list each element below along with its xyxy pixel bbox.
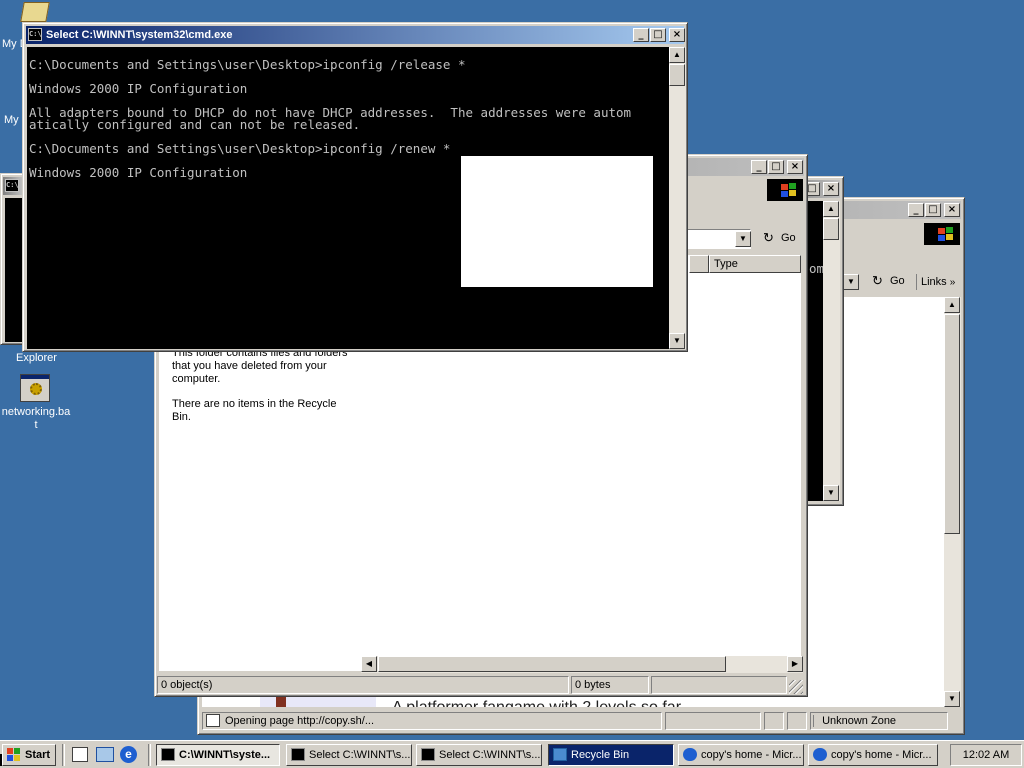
- scroll-up-button[interactable]: ▲: [944, 297, 960, 313]
- minimize-button[interactable]: _: [908, 203, 924, 217]
- title-bar[interactable]: C:\: [3, 177, 22, 195]
- scroll-left-button[interactable]: ◀: [361, 656, 377, 672]
- taskbar-button-cmd-2[interactable]: Select C:\WINNT\s...: [286, 744, 412, 766]
- column-header-prev[interactable]: [689, 255, 709, 273]
- scroll-thumb[interactable]: [944, 314, 960, 534]
- scroll-down-button[interactable]: ▼: [944, 691, 960, 707]
- mouse-cursor-icon: [0, 754, 8, 766]
- desktop-icon-label: My: [4, 114, 19, 126]
- status-text: Opening page http://copy.sh/...: [202, 712, 662, 730]
- status-zone: Unknown Zone: [810, 712, 948, 730]
- cmd-icon: [161, 748, 175, 761]
- status-pane-empty: [764, 712, 784, 730]
- vertical-scrollbar[interactable]: ▲ ▼: [669, 47, 686, 349]
- cmd-icon: [291, 748, 305, 761]
- address-dropdown-button[interactable]: ▼: [735, 231, 751, 247]
- maximize-button[interactable]: □: [650, 28, 666, 42]
- address-dropdown-button[interactable]: ▼: [843, 274, 859, 290]
- ie-icon: [813, 748, 827, 761]
- maximize-button[interactable]: □: [768, 160, 784, 174]
- show-desktop-icon[interactable]: [72, 747, 88, 762]
- quick-launch-separator: [148, 744, 151, 766]
- close-button[interactable]: ×: [787, 160, 803, 174]
- status-object-count: 0 object(s): [157, 676, 569, 694]
- taskbar-button-ie-2[interactable]: copy's home - Micr...: [808, 744, 938, 766]
- go-button[interactable]: ↻ Go: [759, 228, 796, 248]
- batch-file-icon: [20, 374, 50, 402]
- cmd-icon: C:\: [28, 28, 42, 41]
- scroll-thumb[interactable]: [823, 218, 839, 240]
- cmd-window-active[interactable]: C:\ Select C:\WINNT\system32\cmd.exe _ □…: [22, 22, 688, 352]
- go-arrow-icon: ↻: [872, 273, 883, 288]
- desktop-icon-label: Explorer: [16, 352, 57, 364]
- clock[interactable]: 12:02 AM: [963, 749, 1009, 761]
- status-pane-empty: [665, 712, 761, 730]
- desktop-icon-networking-bat[interactable]: networking.ba t: [0, 374, 72, 432]
- console-line: Windows 2000 IP Configuration: [29, 81, 248, 96]
- scroll-right-button[interactable]: ▶: [787, 656, 803, 672]
- ie-icon: [683, 748, 697, 761]
- status-pane-empty: [651, 676, 787, 694]
- recycle-bin-icon: [553, 748, 567, 761]
- explorer-quicklaunch-icon[interactable]: [96, 747, 114, 762]
- column-header-type[interactable]: Type: [709, 255, 801, 273]
- status-size: 0 bytes: [571, 676, 649, 694]
- console-line: C:\Documents and Settings\user\Desktop>i…: [29, 57, 466, 72]
- minimize-button[interactable]: _: [633, 28, 649, 42]
- start-button[interactable]: Start: [2, 744, 56, 766]
- ie-quicklaunch-icon[interactable]: e: [120, 746, 137, 763]
- vertical-scrollbar[interactable]: ▲ ▼: [823, 201, 840, 501]
- taskbar-button-cmd-3[interactable]: Select C:\WINNT\s...: [416, 744, 542, 766]
- page-loading-icon: [206, 714, 220, 727]
- folder-icon: [20, 2, 50, 22]
- cmd-icon: [421, 748, 435, 761]
- folder-info-text: This folder contains files and folders t…: [172, 347, 348, 385]
- console-line: atically configured and can not be relea…: [29, 117, 361, 132]
- desktop-icon-my-documents[interactable]: My D: [0, 2, 50, 50]
- close-button[interactable]: ×: [944, 203, 960, 217]
- status-pane-empty: [787, 712, 807, 730]
- close-button[interactable]: ×: [669, 28, 685, 42]
- scroll-down-button[interactable]: ▼: [669, 333, 685, 349]
- cmd-icon: C:\: [5, 179, 19, 192]
- quick-launch-separator: [62, 744, 65, 766]
- go-arrow-icon: ↻: [763, 230, 774, 245]
- maximize-button[interactable]: □: [925, 203, 941, 217]
- taskbar-button-recycle-bin[interactable]: Recycle Bin: [548, 744, 674, 766]
- go-button[interactable]: ↻ Go: [868, 271, 905, 291]
- empty-folder-text: There are no items in the Recycle Bin.: [172, 398, 337, 423]
- page-text: A platformer fangame with 2 levels so fa…: [392, 699, 681, 707]
- chevron-icon: »: [949, 277, 956, 288]
- links-button[interactable]: Links »: [916, 274, 955, 290]
- zone-icon: [813, 715, 819, 728]
- scroll-thumb[interactable]: [669, 64, 685, 86]
- windows-logo-icon: [924, 223, 960, 245]
- window-title: Select C:\WINNT\system32\cmd.exe: [46, 29, 233, 41]
- minimize-button[interactable]: _: [751, 160, 767, 174]
- close-button[interactable]: ×: [823, 182, 839, 196]
- vertical-scrollbar[interactable]: ▲ ▼: [944, 297, 961, 707]
- windows-flag-icon: [7, 748, 21, 761]
- system-tray: 12:02 AM: [950, 744, 1022, 766]
- scroll-thumb[interactable]: [378, 656, 726, 672]
- scroll-up-button[interactable]: ▲: [669, 47, 685, 63]
- scroll-down-button[interactable]: ▼: [823, 485, 839, 501]
- desktop-icon-label: networking.ba t: [1, 406, 71, 431]
- resize-grip-icon[interactable]: [789, 680, 803, 694]
- selection-rectangle: [461, 156, 653, 287]
- console-line: C:\Documents and Settings\user\Desktop>i…: [29, 141, 451, 156]
- taskbar-button-cmd-1[interactable]: C:\WINNT\syste...: [156, 744, 280, 766]
- title-bar[interactable]: C:\ Select C:\WINNT\system32\cmd.exe: [26, 26, 684, 44]
- scroll-up-button[interactable]: ▲: [823, 201, 839, 217]
- taskbar-button-ie-1[interactable]: copy's home - Micr...: [678, 744, 804, 766]
- horizontal-scrollbar[interactable]: ◀ ▶: [361, 656, 803, 673]
- windows-logo-icon: [767, 179, 803, 201]
